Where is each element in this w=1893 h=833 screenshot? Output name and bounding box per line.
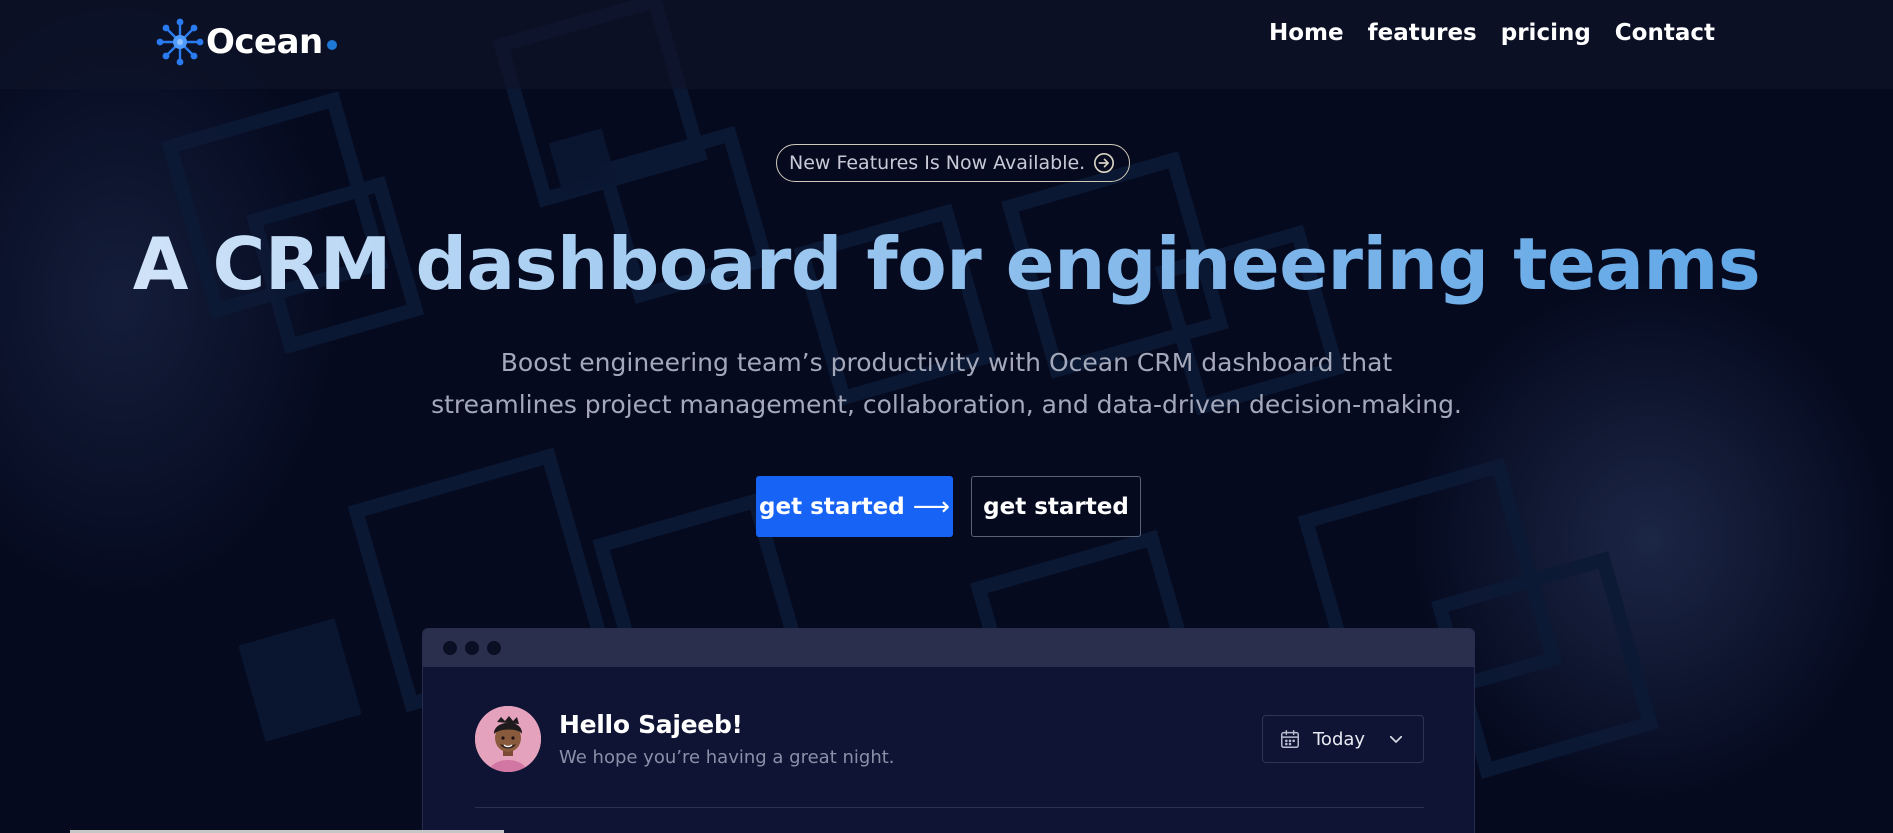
window-titlebar xyxy=(423,629,1474,667)
avatar-image xyxy=(475,706,541,772)
date-select-label: Today xyxy=(1313,728,1366,750)
secondary-button-label: get started xyxy=(983,493,1129,520)
logo-text: Ocean xyxy=(206,22,323,62)
badge-text: New Features Is Now Available. xyxy=(789,152,1086,174)
window-dot xyxy=(465,641,479,655)
hero-subtitle: Boost engineering team’s productivity wi… xyxy=(431,348,1462,419)
get-started-secondary-button[interactable]: get started xyxy=(971,476,1141,537)
greeting-row: Hello Sajeeb! We hope you’re having a gr… xyxy=(475,706,895,772)
window-dot xyxy=(443,641,457,655)
nav-pricing[interactable]: pricing xyxy=(1501,20,1591,46)
greeting-title: Hello Sajeeb! xyxy=(559,710,743,739)
site-header: Ocean Home features pricing Contact xyxy=(0,0,1893,89)
date-range-select[interactable]: Today xyxy=(1262,715,1424,763)
logo-dot xyxy=(326,40,337,50)
get-started-primary-button[interactable]: get started ⟶ xyxy=(756,476,953,537)
main-nav: Home features pricing Contact xyxy=(1269,20,1715,46)
chevron-down-icon xyxy=(1389,735,1403,743)
primary-button-label: get started xyxy=(759,493,905,520)
arrow-right-circle-icon xyxy=(1094,153,1115,173)
calendar-icon xyxy=(1281,730,1299,748)
divider xyxy=(475,807,1424,808)
greeting-text: Hello Sajeeb! We hope you’re having a gr… xyxy=(559,710,895,768)
dashboard-preview-window: Hello Sajeeb! We hope you’re having a gr… xyxy=(422,628,1475,833)
new-features-badge[interactable]: New Features Is Now Available. xyxy=(776,144,1131,182)
page: Ocean Home features pricing Contact New … xyxy=(0,0,1893,833)
arrow-right-icon: ⟶ xyxy=(912,491,950,522)
ocean-logo-icon xyxy=(156,18,204,66)
hero-headline: A CRM dashboard for engineering teams xyxy=(0,222,1893,306)
window-dot xyxy=(487,641,501,655)
nav-home[interactable]: Home xyxy=(1269,20,1344,46)
nav-features[interactable]: features xyxy=(1368,20,1477,46)
nav-contact[interactable]: Contact xyxy=(1615,20,1715,46)
greeting-subtitle: We hope you’re having a great night. xyxy=(559,747,895,768)
avatar xyxy=(475,706,541,772)
logo[interactable]: Ocean xyxy=(156,17,337,67)
